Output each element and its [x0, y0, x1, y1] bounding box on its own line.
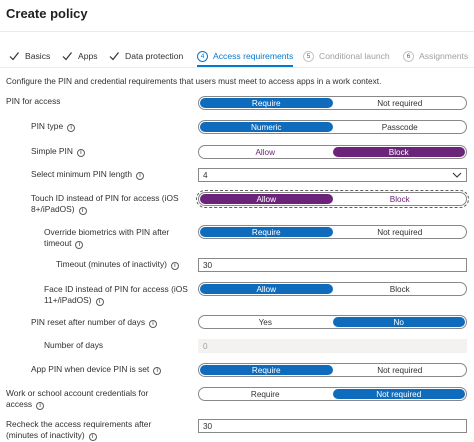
option-yes[interactable]: Yes — [199, 316, 332, 328]
step-assignments[interactable]: 6 Assignments — [403, 49, 468, 63]
option-require[interactable]: Require — [199, 388, 332, 400]
app-pin-label: App PIN when device PIN is set i — [31, 364, 162, 375]
timeout-input[interactable]: 30 — [198, 258, 467, 272]
number-of-days-value: 0 — [203, 341, 208, 351]
page-title: Create policy — [6, 6, 88, 21]
work-credentials-toggle[interactable]: Require Not required — [198, 387, 467, 401]
face-id-label: Face ID instead of PIN for access (iOS 11… — [44, 284, 188, 306]
option-block[interactable]: Block — [334, 283, 467, 295]
work-credentials-label: Work or school account credentials for ac… — [6, 388, 149, 410]
info-icon[interactable]: i — [36, 402, 45, 410]
checkmark-icon — [9, 51, 19, 61]
touch-id-toggle[interactable]: Allow Block — [196, 190, 469, 208]
option-numeric[interactable]: Numeric — [200, 122, 333, 132]
override-biometrics-toggle[interactable]: Require Not required — [198, 225, 467, 239]
option-require[interactable]: Require — [200, 98, 333, 108]
option-not-required[interactable]: Not required — [334, 97, 467, 109]
recheck-input[interactable]: 30 — [198, 419, 467, 433]
step-label: Data protection — [125, 51, 184, 61]
step-label: Access requirements — [213, 51, 294, 61]
touch-id-label: Touch ID instead of PIN for access (iOS 8… — [31, 193, 179, 215]
info-icon[interactable]: i — [149, 320, 158, 328]
title-divider — [0, 31, 474, 32]
timeout-label: Timeout (minutes of inactivity) i — [56, 259, 179, 270]
step-conditional-launch[interactable]: 5 Conditional launch — [303, 49, 390, 63]
option-not-required[interactable]: Not required — [332, 389, 465, 399]
pin-for-access-toggle[interactable]: Require Not required — [198, 96, 467, 110]
app-pin-toggle[interactable]: Require Not required — [198, 363, 467, 377]
info-icon[interactable]: i — [76, 149, 85, 157]
option-allow[interactable]: Allow — [200, 284, 333, 294]
override-biometrics-label: Override biometrics with PIN after timeou… — [44, 227, 170, 249]
recheck-label: Recheck the access requirements after (mi… — [6, 419, 152, 441]
wizard-steps: Basics Apps Data protection 4 Access req… — [0, 45, 474, 67]
info-icon[interactable]: i — [88, 433, 97, 441]
number-of-days-input: 0 — [198, 339, 467, 353]
option-block[interactable]: Block — [332, 147, 465, 157]
checkmark-icon — [62, 51, 72, 61]
simple-pin-toggle[interactable]: Allow Block — [198, 145, 467, 159]
step-label: Conditional launch — [319, 51, 390, 61]
option-passcode[interactable]: Passcode — [334, 121, 467, 133]
option-allow[interactable]: Allow — [199, 146, 332, 158]
step-data-protection[interactable]: Data protection — [109, 49, 183, 63]
step-access-requirements[interactable]: 4 Access requirements — [197, 49, 293, 63]
min-pin-length-label: Select minimum PIN length i — [31, 169, 145, 180]
face-id-toggle[interactable]: Allow Block — [198, 282, 467, 296]
wizard-divider — [0, 67, 474, 68]
option-no[interactable]: No — [332, 317, 465, 327]
step-apps[interactable]: Apps — [62, 49, 98, 63]
pin-reset-toggle[interactable]: Yes No — [198, 315, 467, 329]
section-description: Configure the PIN and credential require… — [6, 76, 382, 86]
info-icon[interactable]: i — [67, 124, 76, 132]
option-require[interactable]: Require — [200, 227, 333, 237]
number-of-days-label: Number of days — [44, 340, 104, 350]
option-block[interactable]: Block — [334, 193, 467, 205]
chevron-down-icon — [452, 171, 462, 181]
timeout-value: 30 — [203, 260, 213, 270]
option-require[interactable]: Require — [200, 365, 333, 375]
step-number: 4 — [197, 50, 208, 62]
recheck-value: 30 — [203, 421, 213, 431]
option-not-required[interactable]: Not required — [334, 364, 467, 376]
info-icon[interactable]: i — [75, 241, 84, 249]
simple-pin-label: Simple PIN i — [31, 146, 85, 157]
pin-type-label: PIN type i — [31, 121, 76, 132]
pin-reset-label: PIN reset after number of days i — [31, 317, 158, 328]
info-icon[interactable]: i — [95, 298, 104, 306]
min-pin-length-select[interactable]: 4 — [198, 168, 467, 182]
info-icon[interactable]: i — [136, 172, 145, 180]
pin-type-toggle[interactable]: Numeric Passcode — [198, 120, 467, 134]
info-icon[interactable]: i — [170, 262, 179, 270]
selected-value: 4 — [203, 170, 208, 180]
option-not-required[interactable]: Not required — [334, 226, 467, 238]
info-icon[interactable]: i — [153, 367, 162, 375]
step-label: Basics — [25, 51, 51, 61]
step-label: Assignments — [419, 51, 469, 61]
info-icon[interactable]: i — [78, 207, 87, 215]
checkmark-icon — [109, 51, 119, 61]
step-basics[interactable]: Basics — [9, 49, 50, 63]
option-allow[interactable]: Allow — [200, 194, 333, 204]
step-label: Apps — [78, 51, 98, 61]
step-number: 5 — [303, 50, 314, 62]
step-number: 6 — [403, 50, 414, 62]
pin-for-access-label: PIN for access — [6, 96, 61, 106]
